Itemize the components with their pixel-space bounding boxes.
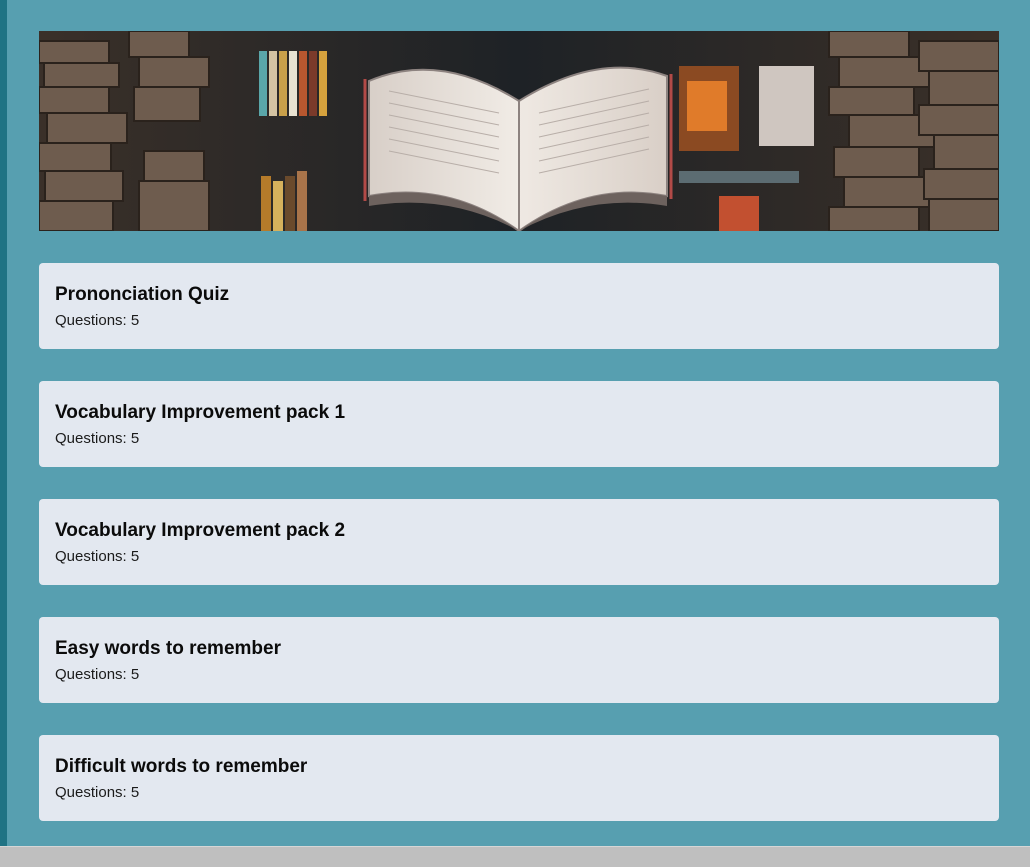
quiz-card-difficult-words[interactable]: Difficult words to remember Questions: 5 bbox=[39, 735, 999, 821]
quiz-card-vocabulary-pack-1[interactable]: Vocabulary Improvement pack 1 Questions:… bbox=[39, 381, 999, 467]
quiz-question-count: Questions: 5 bbox=[55, 666, 140, 683]
quiz-page: Prononciation Quiz Questions: 5 Vocabula… bbox=[7, 0, 1030, 846]
quiz-question-count: Questions: 5 bbox=[55, 784, 140, 801]
open-book-icon bbox=[39, 31, 999, 231]
quiz-card-vocabulary-pack-2[interactable]: Vocabulary Improvement pack 2 Questions:… bbox=[39, 499, 999, 585]
horizontal-scrollbar[interactable] bbox=[0, 846, 1030, 867]
quiz-title: Vocabulary Improvement pack 1 bbox=[55, 402, 346, 423]
quiz-title: Prononciation Quiz bbox=[55, 284, 230, 305]
quiz-title: Vocabulary Improvement pack 2 bbox=[55, 520, 346, 541]
quiz-question-count: Questions: 5 bbox=[55, 548, 140, 565]
quiz-question-count: Questions: 5 bbox=[55, 312, 140, 329]
quiz-list: Prononciation Quiz Questions: 5 Vocabula… bbox=[39, 263, 999, 846]
quiz-card-prononciation[interactable]: Prononciation Quiz Questions: 5 bbox=[39, 263, 999, 349]
hero-banner-image bbox=[39, 31, 999, 231]
quiz-card-easy-words[interactable]: Easy words to remember Questions: 5 bbox=[39, 617, 999, 703]
window-left-edge bbox=[0, 0, 7, 846]
quiz-question-count: Questions: 5 bbox=[55, 430, 140, 447]
quiz-title: Difficult words to remember bbox=[55, 756, 308, 777]
quiz-title: Easy words to remember bbox=[55, 638, 281, 659]
